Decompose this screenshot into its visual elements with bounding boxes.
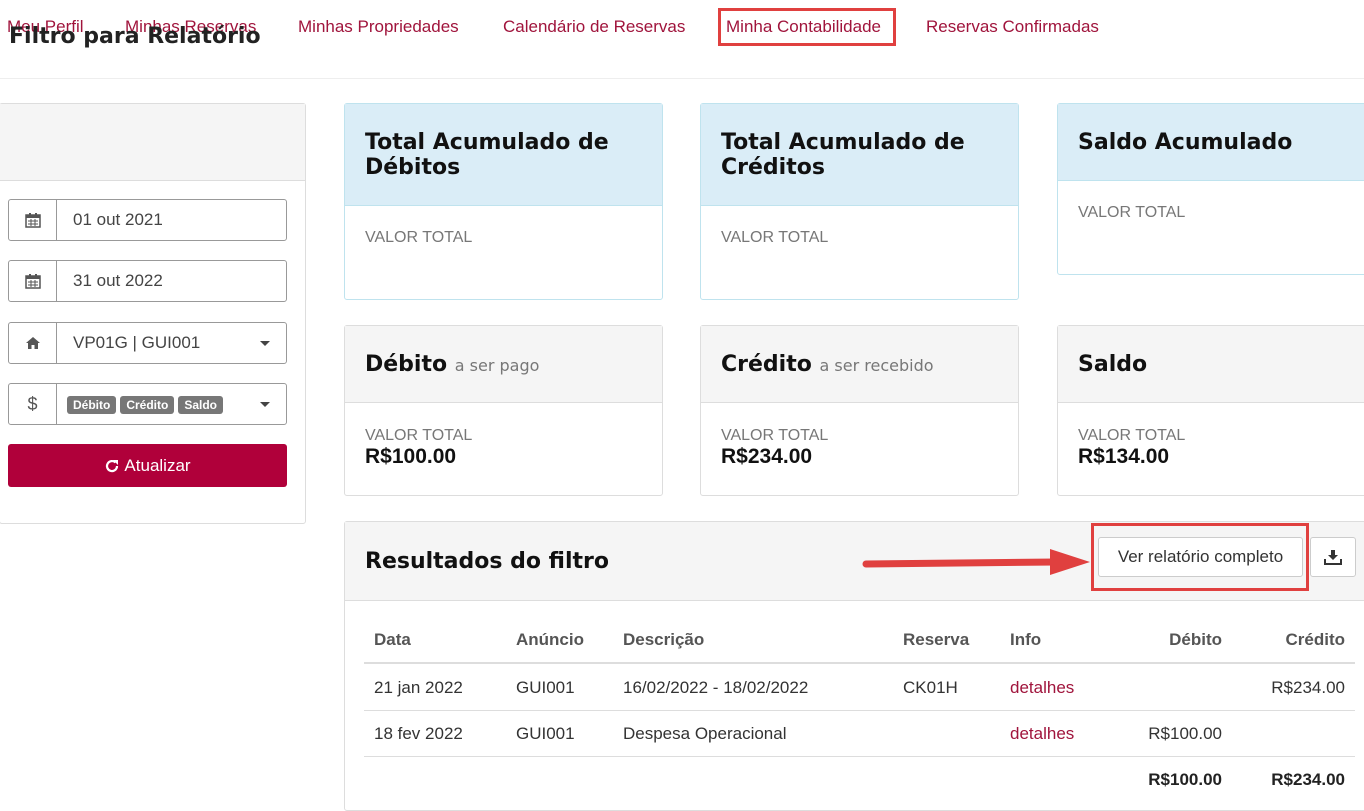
tag-saldo: Saldo — [178, 396, 224, 414]
col-data: Data — [374, 630, 411, 649]
cell-listing: GUI001 — [516, 678, 575, 697]
col-anuncio: Anúncio — [516, 630, 584, 649]
card-debit: Débito a ser pago VALOR TOTAL R$100.00 — [344, 325, 663, 496]
calendar-icon — [9, 261, 57, 301]
date-from-field[interactable]: 01 out 2021 — [8, 199, 287, 241]
update-button-label: Atualizar — [124, 455, 191, 475]
card-total-debits: Total Acumulado de Débitos VALOR TOTAL — [344, 103, 663, 300]
card-credit: Crédito a ser recebido VALOR TOTAL R$234… — [700, 325, 1019, 496]
cell-date: 18 fev 2022 — [374, 724, 463, 743]
card-value: R$234.00 — [721, 445, 813, 468]
card-label: VALOR TOTAL — [1078, 204, 1186, 221]
row-divider — [364, 756, 1355, 757]
card-value: R$134.00 — [1078, 445, 1170, 468]
type-tags: Débito Crédito Saldo — [67, 394, 227, 414]
card-title: Débito a ser pago — [365, 352, 539, 378]
card-title-text: Débito — [365, 352, 448, 377]
card-title: Total Acumulado de Débitos — [365, 130, 609, 180]
details-link[interactable]: detalhes — [1010, 724, 1074, 744]
card-title: Total Acumulado de Créditos — [721, 130, 965, 180]
card-title: Saldo Acumulado — [1078, 130, 1293, 155]
card-value: R$100.00 — [365, 445, 457, 468]
card-label: VALOR TOTAL — [365, 229, 473, 246]
card-subtitle: a ser recebido — [819, 356, 934, 375]
home-icon — [9, 323, 57, 363]
download-icon — [1324, 550, 1342, 565]
cell-description: Despesa Operacional — [623, 724, 787, 743]
update-button[interactable]: Atualizar — [8, 444, 287, 487]
details-link[interactable]: detalhes — [1010, 678, 1074, 698]
property-label: VP01G | GUI001 — [73, 333, 201, 352]
card-balance: Saldo VALOR TOTAL R$134.00 — [1057, 325, 1364, 496]
card-total-balance: Saldo Acumulado VALOR TOTAL — [1057, 103, 1364, 275]
tag-credito: Crédito — [120, 396, 175, 414]
results-title: Resultados do filtro — [365, 549, 609, 574]
col-descricao: Descrição — [623, 630, 705, 649]
total-debit: R$100.00 — [1148, 770, 1222, 789]
arrow-right-icon — [862, 549, 1090, 575]
card-label: VALOR TOTAL — [721, 427, 829, 444]
download-button[interactable] — [1310, 537, 1356, 577]
dollar-icon: $ — [9, 384, 57, 424]
cell-listing: GUI001 — [516, 724, 575, 743]
refresh-icon — [106, 459, 119, 472]
date-to-value: 31 out 2022 — [73, 271, 163, 290]
highlight-box-nav — [718, 8, 896, 46]
filter-header — [0, 104, 305, 181]
type-value: Débito Crédito Saldo — [57, 384, 286, 424]
card-label: VALOR TOTAL — [1078, 427, 1186, 444]
card-label: VALOR TOTAL — [365, 427, 473, 444]
date-to-field[interactable]: 31 out 2022 — [8, 260, 287, 302]
table-header-divider — [364, 662, 1355, 664]
total-credit: R$234.00 — [1271, 770, 1345, 789]
tag-debito: Débito — [67, 396, 117, 414]
row-divider — [364, 710, 1355, 711]
cell-debit: R$100.00 — [1148, 724, 1222, 743]
nav-reservas-confirmadas[interactable]: Reservas Confirmadas — [926, 17, 1099, 37]
cell-reservation: CK01H — [903, 678, 958, 697]
highlight-box-report — [1091, 523, 1309, 591]
filter-title: Filtro para Relatório — [9, 24, 261, 49]
card-label: VALOR TOTAL — [721, 229, 829, 246]
chevron-down-icon — [260, 401, 270, 407]
cell-date: 21 jan 2022 — [374, 678, 463, 697]
nav-minhas-propriedades[interactable]: Minhas Propriedades — [298, 17, 459, 37]
col-info: Info — [1010, 630, 1042, 649]
card-title: Crédito a ser recebido — [721, 352, 934, 378]
card-title-text: Crédito — [721, 352, 812, 377]
property-select[interactable]: VP01G | GUI001 — [8, 322, 287, 364]
col-debito: Débito — [1169, 630, 1222, 649]
card-title: Saldo — [1078, 352, 1148, 377]
card-total-credits: Total Acumulado de Créditos VALOR TOTAL — [700, 103, 1019, 300]
cell-description: 16/02/2022 - 18/02/2022 — [623, 678, 809, 697]
nav-calendario-reservas[interactable]: Calendário de Reservas — [503, 17, 685, 37]
date-from-value: 01 out 2021 — [73, 210, 163, 229]
property-value: VP01G | GUI001 — [57, 323, 286, 363]
chevron-down-icon — [260, 340, 270, 346]
col-reserva: Reserva — [903, 630, 970, 649]
card-subtitle: a ser pago — [454, 356, 540, 375]
type-select[interactable]: $ Débito Crédito Saldo — [8, 383, 287, 425]
cell-credit: R$234.00 — [1271, 678, 1345, 697]
calendar-icon — [9, 200, 57, 240]
col-credito: Crédito — [1285, 630, 1346, 649]
